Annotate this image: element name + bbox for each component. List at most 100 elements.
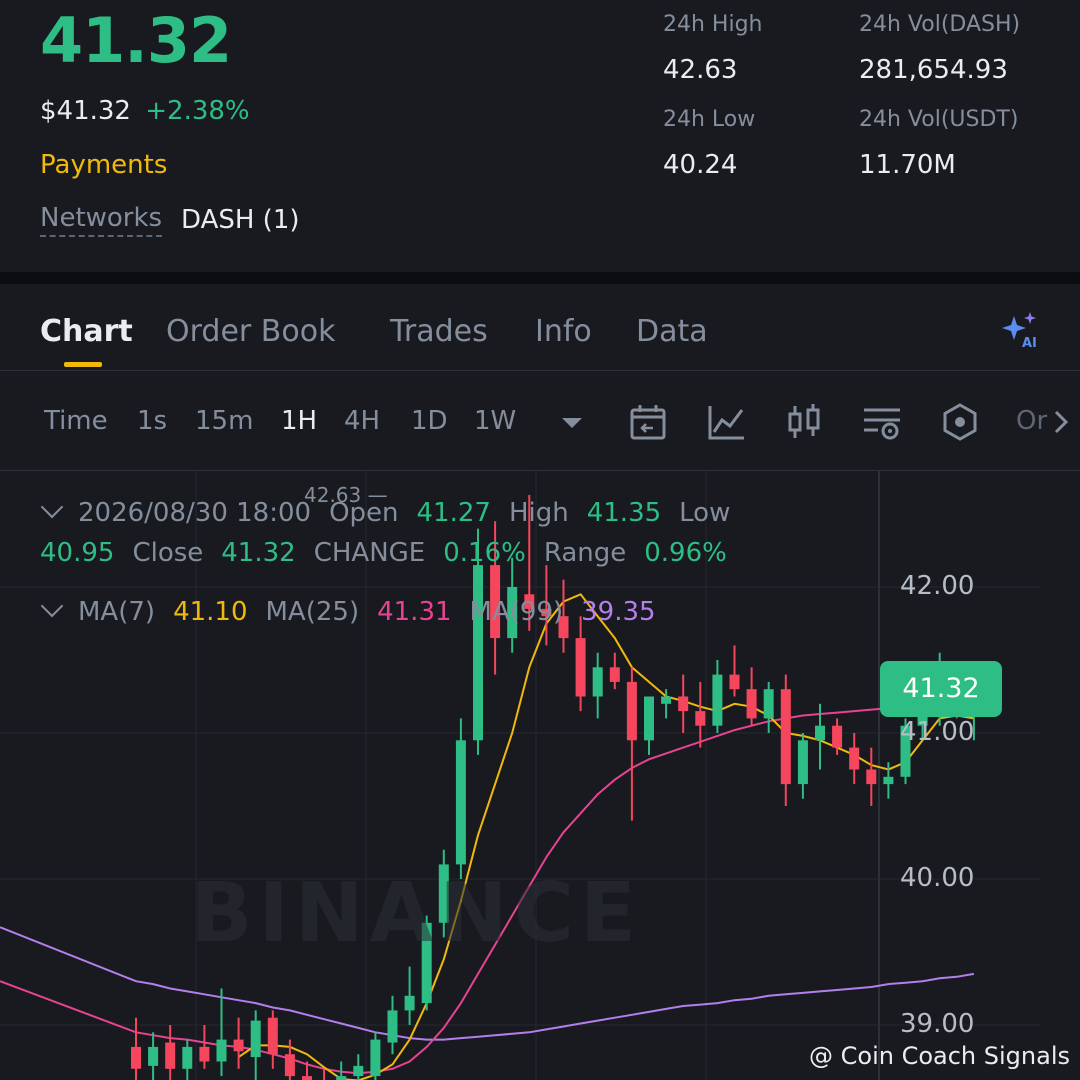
- ma25-label: MA(25): [265, 597, 360, 627]
- ohlc-range: 0.96%: [644, 538, 727, 568]
- indicator-chart-icon[interactable]: [706, 402, 746, 442]
- interval-4h[interactable]: 4H: [344, 406, 380, 436]
- chevron-right-icon[interactable]: [1050, 402, 1074, 442]
- candle: [678, 674, 689, 733]
- ma7-value: 41.10: [173, 597, 248, 627]
- y-axis-tick: 39.00: [900, 1009, 975, 1039]
- stat-24h-high: 24h High 42.63: [663, 12, 763, 85]
- stat-24h-low: 24h Low 40.24: [663, 107, 755, 180]
- candle-body: [763, 689, 774, 719]
- interval-time[interactable]: Time: [44, 406, 108, 436]
- active-tab-indicator: [64, 362, 102, 367]
- ohlc-high: 41.35: [586, 498, 662, 528]
- usd-price-line: $41.32 +2.38%: [40, 96, 250, 126]
- candle: [763, 681, 774, 733]
- candlestick-type-icon[interactable]: [784, 402, 824, 442]
- candle: [644, 696, 654, 755]
- usd-price: $41.32: [40, 96, 131, 126]
- candle: [695, 681, 706, 748]
- candle: [148, 1032, 159, 1080]
- ohlc-low-label: Low: [679, 498, 731, 528]
- interval-15m[interactable]: 15m: [195, 406, 253, 436]
- candle: [575, 616, 586, 712]
- category-tag[interactable]: Payments: [40, 150, 167, 180]
- candle: [626, 667, 637, 821]
- stat-value: 42.63: [663, 55, 738, 85]
- tab-info[interactable]: Info: [535, 314, 592, 349]
- stat-24h-vol-base: 24h Vol(DASH) 281,654.93: [859, 12, 1020, 85]
- stat-label: 24h Low: [663, 107, 756, 132]
- candle-body: [302, 1076, 312, 1080]
- candle: [250, 1010, 261, 1080]
- stat-value: 11.70M: [859, 150, 956, 180]
- interval-1w[interactable]: 1W: [474, 406, 516, 436]
- collapse-chevron-icon[interactable]: [40, 495, 64, 519]
- calendar-replay-icon[interactable]: [628, 402, 668, 442]
- candle: [370, 1032, 381, 1080]
- ai-sparkle-icon[interactable]: AI: [1000, 310, 1044, 350]
- candlestick-chart[interactable]: BINANCE 42.63 — 2026/08/30 18:00 Open 41.2…: [0, 471, 1080, 1080]
- ma25-value: 41.31: [377, 597, 452, 627]
- candle-body: [678, 696, 689, 712]
- ohlc-close: 41.32: [221, 538, 296, 568]
- candle-body: [473, 565, 483, 741]
- hexagon-tool-icon[interactable]: [940, 402, 980, 442]
- candle: [267, 1010, 278, 1069]
- candle: [131, 1017, 141, 1080]
- interval-dropdown-icon[interactable]: [552, 402, 592, 442]
- credit-watermark: @ Coin Coach Signals: [809, 1042, 1070, 1070]
- current-price-tag: 41.32: [880, 661, 1002, 717]
- candle-body: [199, 1046, 210, 1062]
- tab-data[interactable]: Data: [636, 314, 708, 349]
- candle: [866, 747, 877, 806]
- candle-body: [849, 747, 860, 770]
- candle: [609, 652, 620, 690]
- networks-label[interactable]: Networks: [40, 203, 163, 237]
- stat-value: 40.24: [663, 150, 738, 180]
- ohlc-low: 40.95: [40, 538, 115, 568]
- candle: [746, 667, 757, 726]
- stat-value: 281,654.93: [859, 55, 1008, 85]
- interval-1d[interactable]: 1D: [411, 406, 448, 436]
- ohlc-open-label: Open: [329, 498, 399, 528]
- collapse-chevron-icon[interactable]: [40, 594, 64, 618]
- tab-trades[interactable]: Trades: [390, 314, 488, 349]
- candle: [455, 718, 466, 879]
- candle: [712, 660, 723, 733]
- interval-toolbar: Time 1s 15m 1H 4H 1D 1W Or: [0, 372, 1080, 471]
- chart-settings-icon[interactable]: [862, 402, 902, 442]
- candle-body: [626, 681, 637, 741]
- ohlc-change-label: CHANGE: [313, 538, 426, 568]
- candle-body: [592, 667, 603, 697]
- ma7-line: [238, 593, 975, 1080]
- ohlc-change: 0.16%: [443, 538, 526, 568]
- interval-1s[interactable]: 1s: [137, 406, 167, 436]
- ohlc-open: 41.27: [416, 498, 491, 528]
- watermark-logo: BINANCE: [190, 866, 642, 961]
- tab-order-book[interactable]: Order Book: [166, 314, 335, 349]
- candle-body: [250, 1020, 261, 1058]
- candle-body: [644, 696, 654, 741]
- interval-1h[interactable]: 1H: [281, 406, 317, 436]
- ticker-header: 41.32 $41.32 +2.38% Payments Networks DA…: [0, 0, 1080, 272]
- candle-body: [284, 1054, 295, 1077]
- ohlc-high-label: High: [508, 498, 569, 528]
- ma7-label: MA(7): [78, 597, 156, 627]
- candle-body: [729, 674, 740, 690]
- tab-chart[interactable]: Chart: [40, 314, 133, 349]
- candle-body: [609, 667, 620, 682]
- candle-body: [455, 740, 466, 865]
- stat-24h-vol-quote: 24h Vol(USDT) 11.70M: [859, 107, 1018, 180]
- candle-body: [780, 689, 791, 785]
- candle: [797, 733, 808, 799]
- candle: [780, 674, 791, 806]
- svg-text:AI: AI: [1022, 336, 1037, 350]
- y-axis-tick: 42.00: [900, 571, 975, 601]
- candle-body: [815, 725, 825, 741]
- ohlc-range-label: Range: [543, 538, 627, 568]
- toolbar-more-label[interactable]: Or: [1016, 406, 1047, 436]
- candle-body: [233, 1039, 244, 1052]
- candle-body: [148, 1046, 159, 1066]
- candle-body: [575, 638, 586, 697]
- candle-body: [336, 1076, 347, 1080]
